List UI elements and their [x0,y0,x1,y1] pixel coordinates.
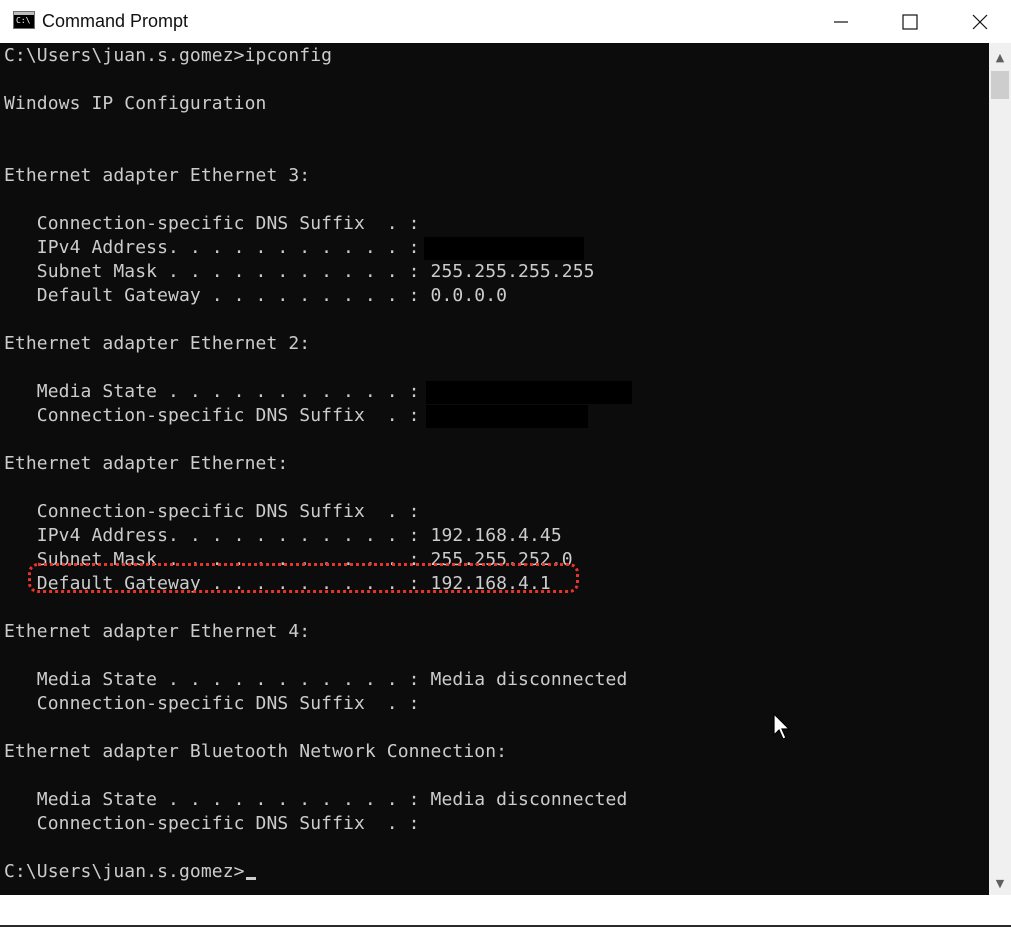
close-icon [972,14,988,29]
adapter-title-text: Ethernet adapter Bluetooth Network Conne… [4,741,508,762]
redaction-block [426,381,632,404]
redaction-block [426,405,588,428]
row-value: 192.168.4.1 [430,573,551,594]
minimize-button[interactable] [806,0,876,43]
prompt-command-text: C:\Users\juan.s.gomez>ipconfig [4,45,333,66]
scroll-thumb[interactable] [991,71,1009,99]
row-value: 255.255.252.0 [430,549,573,570]
console-output[interactable]: C:\Users\juan.s.gomez>ipconfig Windows IP… [0,43,989,895]
adapter-title: Ethernet adapter Bluetooth Network Conne… [4,740,507,764]
row-label: Media State . . . . . . . . . . . : [4,789,431,810]
row-label: Connection-specific DNS Suffix . : [4,501,431,522]
adapter-title: Ethernet adapter Ethernet 3: [4,164,310,188]
row-value: 0.0.0.0 [430,285,508,306]
ipv4-address-value: 192.168.4.45 [430,525,562,546]
adapter-title: Ethernet adapter Ethernet 2: [4,332,310,356]
row-value: 255.255.255.255 [430,261,595,282]
minimize-icon [834,20,848,23]
adapter-title-text: Ethernet adapter Ethernet 3: [4,165,311,186]
maximize-button[interactable] [875,0,945,43]
row-label: Subnet Mask . . . . . . . . . . . : [4,549,431,570]
window-title: Command Prompt [42,11,189,31]
adapter-title-text: Ethernet adapter Ethernet: [4,453,289,474]
row-label: IPv4 Address. . . . . . . . . . . : [4,237,431,258]
adapter-row: Subnet Mask . . . . . . . . . . . : 255.… [4,548,573,572]
config-header-text: Windows IP Configuration [4,93,267,114]
row-label: Connection-specific DNS Suffix . : [4,405,431,426]
adapter-title-text: Ethernet adapter Ethernet 4: [4,621,311,642]
adapter-title-text: Ethernet adapter Ethernet 2: [4,333,311,354]
title-bar: C:\ Command Prompt [0,0,1011,43]
adapter-row: Media State . . . . . . . . . . . : [4,380,431,404]
adapter-row: IPv4 Address. . . . . . . . . . . : 192.… [4,524,562,548]
prompt-line: C:\Users\juan.s.gomez>ipconfig [4,44,332,68]
row-label: Subnet Mask . . . . . . . . . . . : [4,261,431,282]
adapter-row: Media State . . . . . . . . . . . : Medi… [4,668,628,692]
cmd-icon-glyph: C:\ [16,16,31,25]
row-label: Connection-specific DNS Suffix . : [4,813,431,834]
final-prompt-text: C:\Users\juan.s.gomez> [4,861,245,882]
adapter-row: Connection-specific DNS Suffix . : [4,212,431,236]
cmd-icon: C:\ [13,11,35,29]
text-cursor [245,877,256,880]
row-label: Default Gateway . . . . . . . . . : [4,285,431,306]
adapter-title: Ethernet adapter Ethernet: [4,452,288,476]
row-label: IPv4 Address. . . . . . . . . . . : [4,525,431,546]
mouse-pointer-icon [773,713,791,740]
scroll-up-icon[interactable]: ▲ [989,49,1011,67]
taskbar-edge [0,925,1011,927]
row-label: Connection-specific DNS Suffix . : [4,693,431,714]
adapter-row: IPv4 Address. . . . . . . . . . . : [4,236,431,260]
scroll-down-icon[interactable]: ▼ [989,875,1011,893]
close-button[interactable] [945,0,1011,43]
adapter-title: Ethernet adapter Ethernet 4: [4,620,310,644]
config-header: Windows IP Configuration [4,92,267,116]
adapter-row: Connection-specific DNS Suffix . : [4,812,431,836]
row-label: Media State . . . . . . . . . . . : [4,381,431,402]
adapter-row: Default Gateway . . . . . . . . . : 192.… [4,572,551,596]
adapter-row: Connection-specific DNS Suffix . : [4,404,431,428]
adapter-row: Connection-specific DNS Suffix . : [4,500,431,524]
adapter-row: Default Gateway . . . . . . . . . : 0.0.… [4,284,507,308]
row-label: Connection-specific DNS Suffix . : [4,213,431,234]
redaction-block [424,237,584,260]
window-bottom-edge [0,895,1011,929]
adapter-row: Media State . . . . . . . . . . . : Medi… [4,788,628,812]
row-label: Media State . . . . . . . . . . . : [4,669,431,690]
row-value: Media disconnected [430,669,628,690]
adapter-row: Subnet Mask . . . . . . . . . . . : 255.… [4,260,595,284]
maximize-icon [902,13,918,30]
vertical-scrollbar[interactable]: ▲ ▼ [989,43,1011,895]
adapter-row: Connection-specific DNS Suffix . : [4,692,431,716]
row-label: Default Gateway . . . . . . . . . : [4,573,431,594]
row-value: Media disconnected [430,789,628,810]
final-prompt-line: C:\Users\juan.s.gomez> [4,860,256,884]
